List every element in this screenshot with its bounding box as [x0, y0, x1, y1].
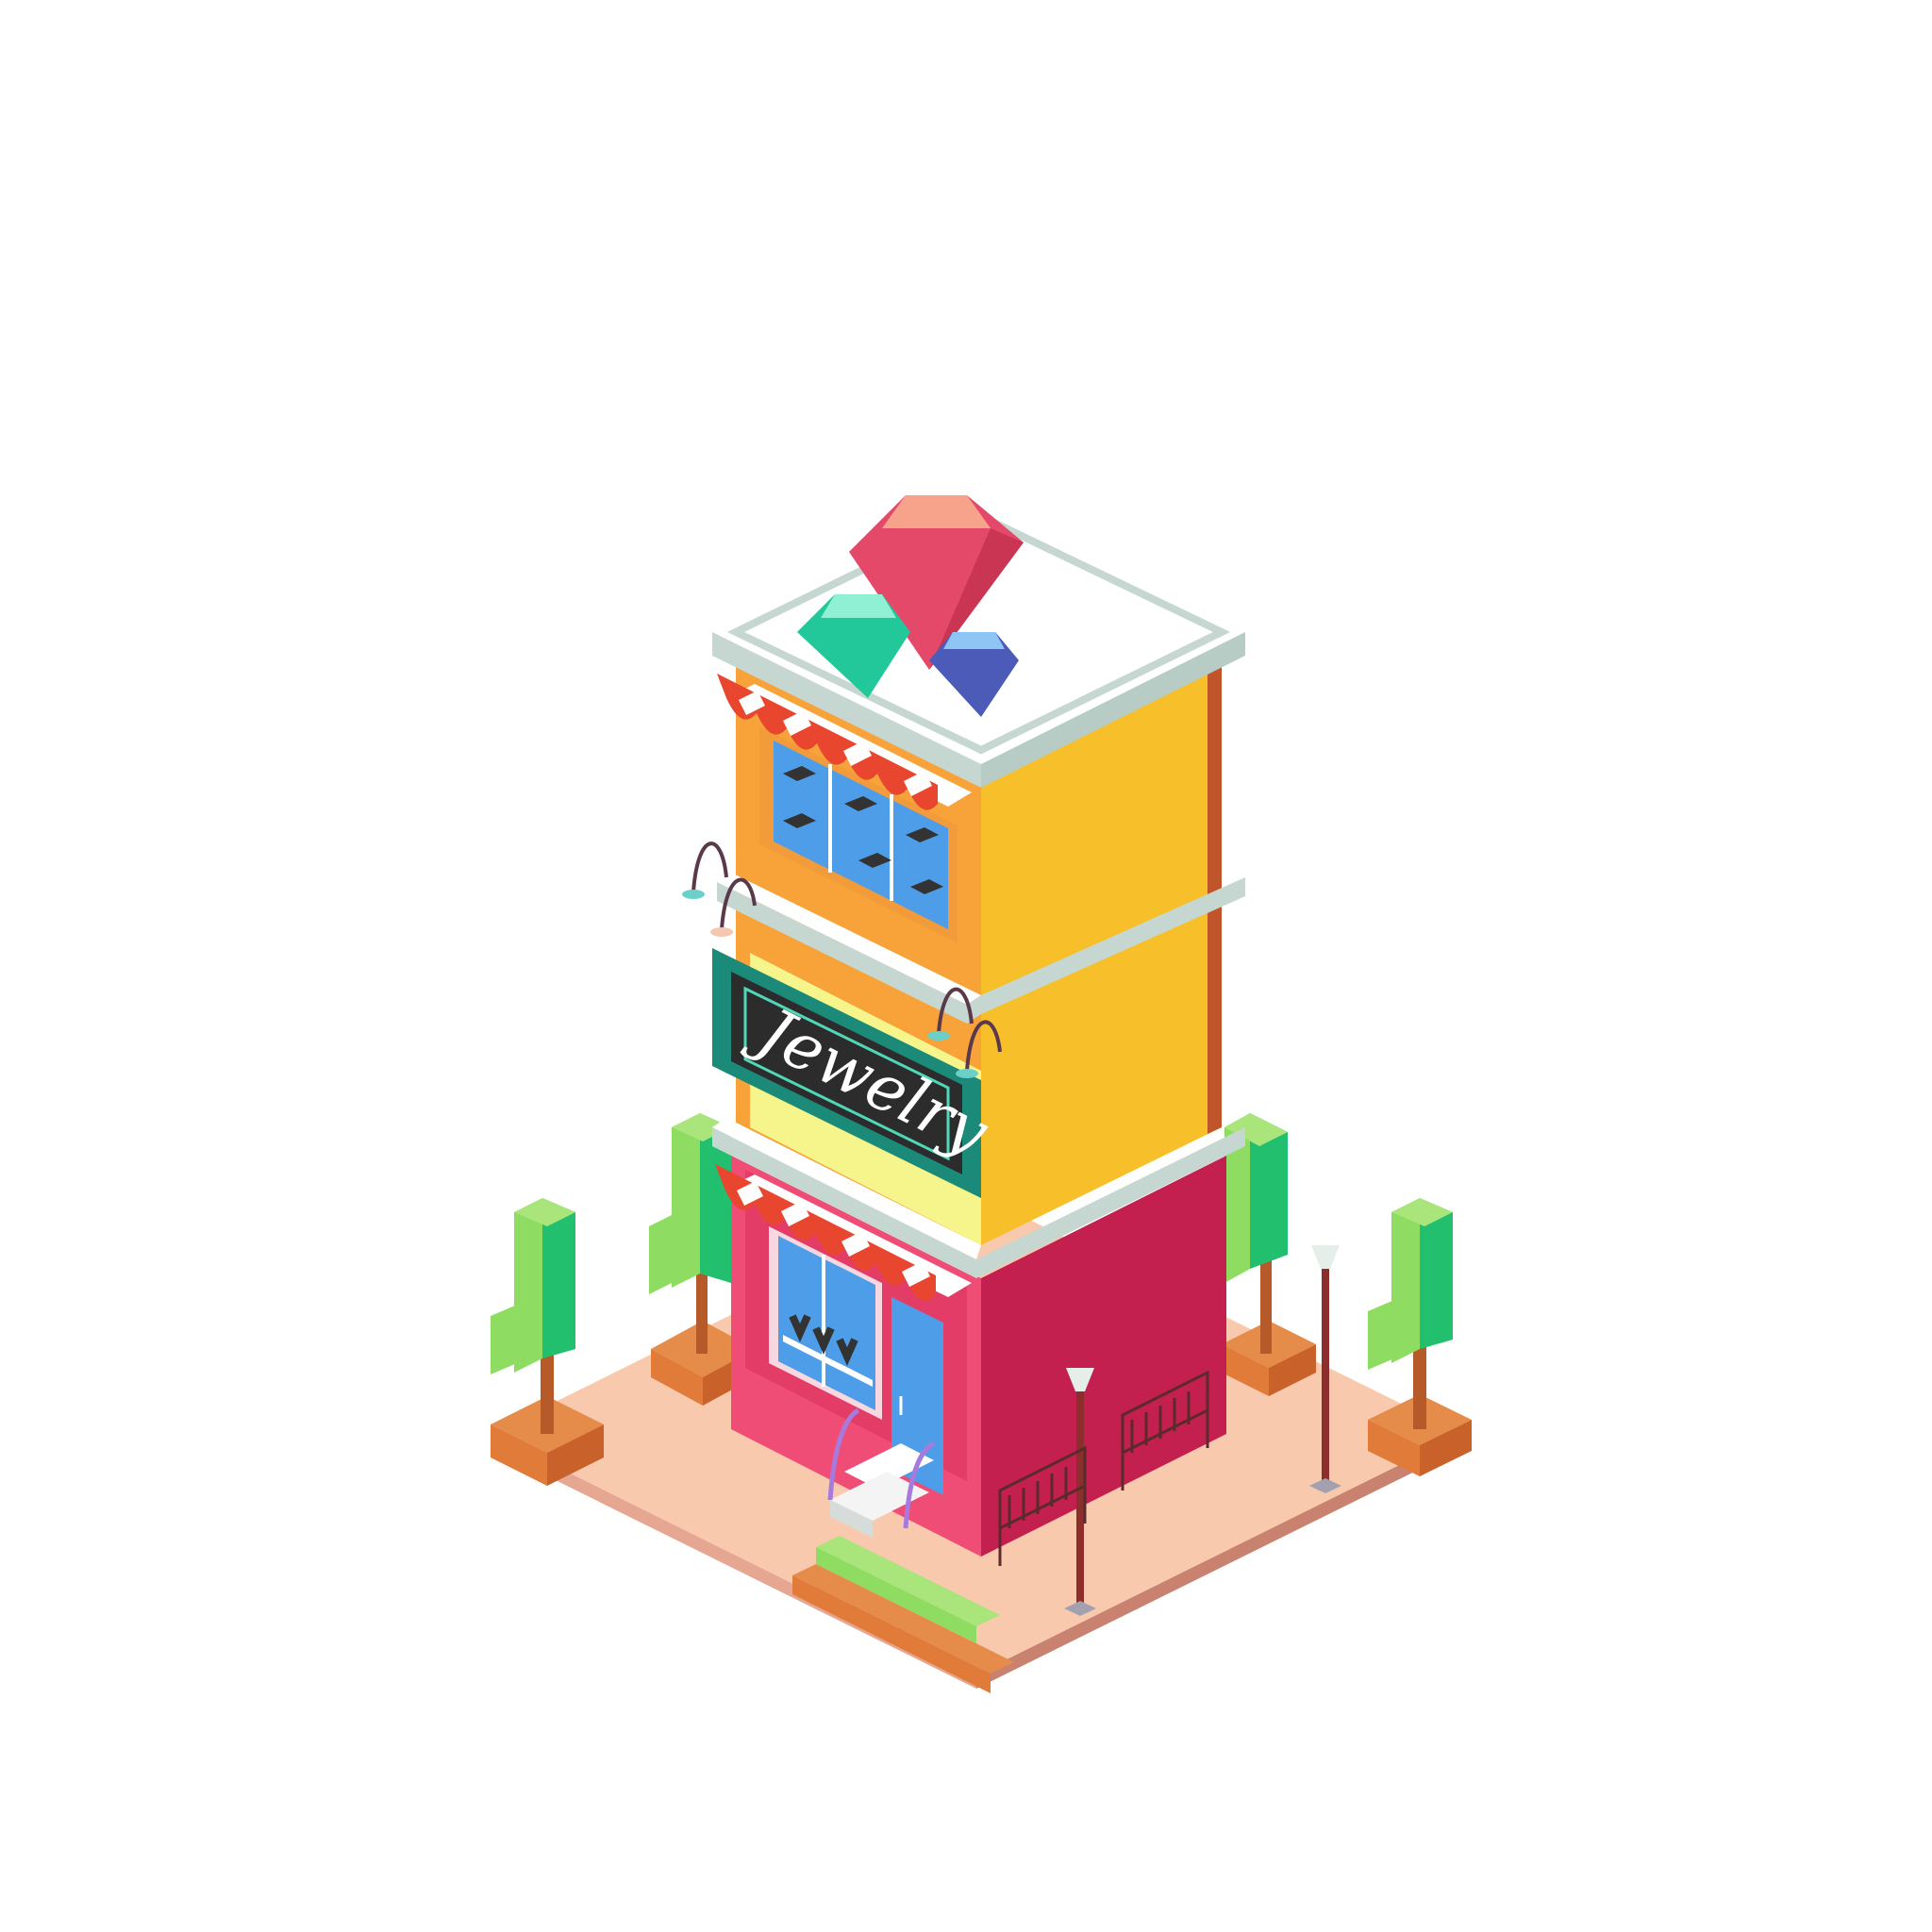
- tree-front-left: [491, 1198, 604, 1486]
- tree-front-right: [1368, 1198, 1472, 1476]
- tree-back-right: [1222, 1113, 1316, 1396]
- jewelry-shop-illustration: Jewelry: [491, 495, 1472, 1693]
